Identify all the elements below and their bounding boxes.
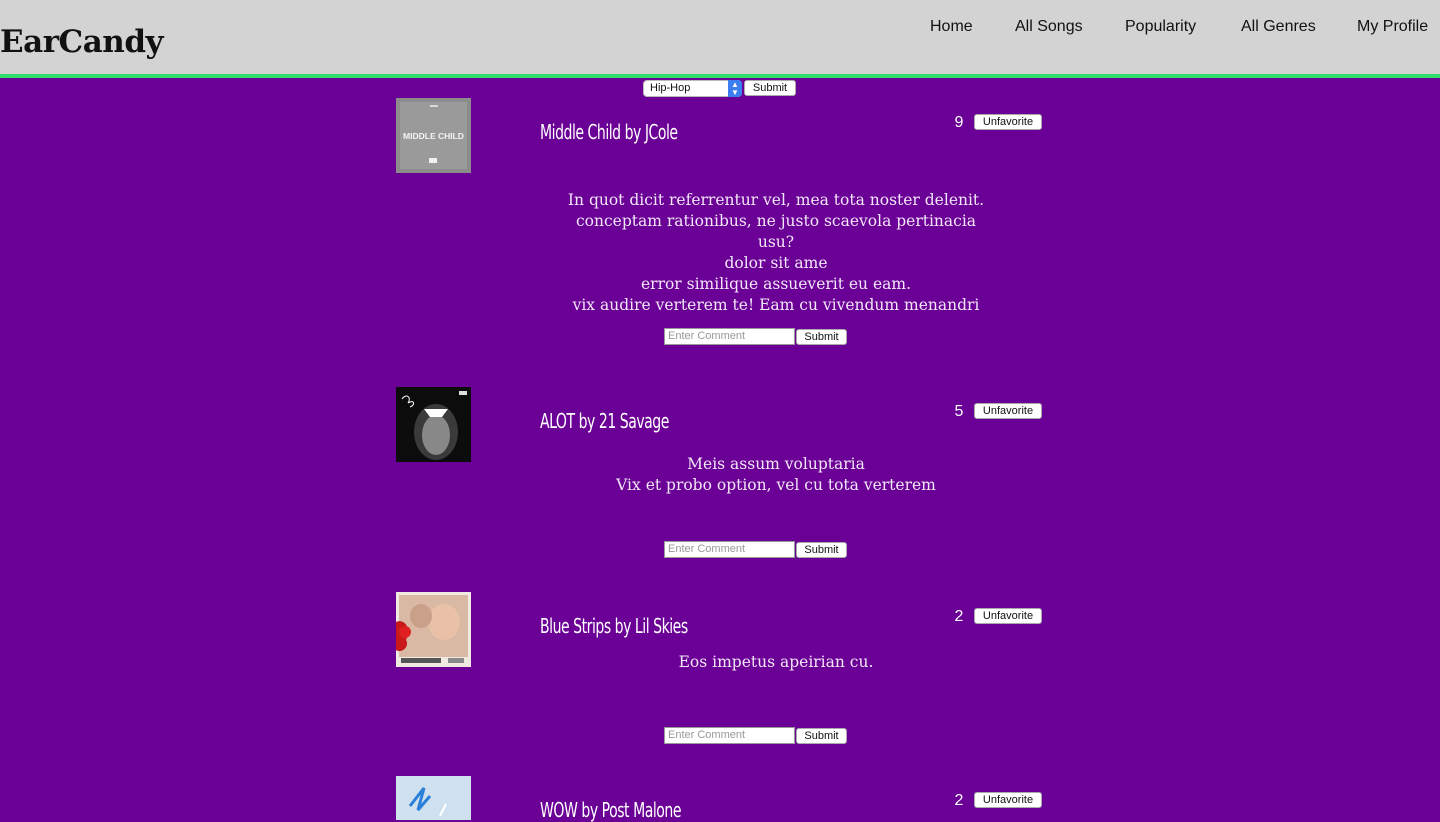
wow-cover-art: [396, 776, 471, 820]
i-am-i-was-cover-art: [396, 387, 471, 462]
lyric-line: conceptam rationibus, ne justo scaevola …: [575, 212, 977, 230]
song-lyrics: Eos impetus apeirian cu.: [560, 652, 992, 673]
lyric-line: In quot dicit referrentur vel, mea tota …: [567, 191, 985, 209]
lyric-line: vix audire verterem te! Eam cu vivendum …: [572, 296, 980, 314]
favorite-count: 2: [954, 792, 964, 809]
app-logo[interactable]: EarCandy: [0, 24, 164, 60]
album-cover[interactable]: [396, 592, 471, 667]
album-cover[interactable]: MIDDLE CHILD: [396, 98, 471, 173]
genre-select-value: Hip-Hop: [650, 82, 691, 94]
nav-my-profile[interactable]: My Profile: [1357, 18, 1428, 36]
favorite-count: 2: [954, 608, 964, 625]
comment-input[interactable]: Enter Comment: [664, 727, 795, 744]
nav-popularity[interactable]: Popularity: [1125, 18, 1196, 36]
favorite-count: 5: [954, 403, 964, 420]
blue-strips-cover-art: [396, 592, 471, 667]
lyric-line: usu?: [757, 233, 795, 251]
song-title: Blue Strips by Lil Skies: [540, 614, 688, 638]
unfavorite-button[interactable]: Unfavorite: [974, 608, 1042, 624]
lyric-line: error similique assueverit eu eam.: [640, 275, 912, 293]
song-title: Middle Child by JCole: [540, 120, 678, 144]
song-title: WOW by Post Malone: [540, 798, 681, 822]
favorite-count: 9: [954, 114, 964, 131]
top-navbar: EarCandy Home All Songs Popularity All G…: [0, 0, 1440, 78]
lyric-line: Vix et probo option, vel cu tota vertere…: [616, 476, 936, 494]
song-lyrics: In quot dicit referrentur vel, mea tota …: [560, 190, 992, 316]
comment-submit-button[interactable]: Submit: [796, 542, 847, 558]
lyric-line: Meis assum voluptaria: [687, 455, 865, 473]
select-chevron-icon: ▲ ▼: [728, 80, 742, 97]
lyric-line: Eos impetus apeirian cu.: [678, 653, 874, 671]
unfavorite-button[interactable]: Unfavorite: [974, 792, 1042, 808]
comment-submit-button[interactable]: Submit: [796, 329, 847, 345]
unfavorite-button[interactable]: Unfavorite: [974, 114, 1042, 130]
album-cover[interactable]: [396, 387, 471, 462]
song-title: ALOT by 21 Savage: [540, 409, 669, 433]
middle-child-cover-art: MIDDLE CHILD: [396, 98, 471, 173]
genre-submit-button[interactable]: Submit: [744, 80, 796, 96]
nav-all-songs[interactable]: All Songs: [1015, 18, 1083, 36]
nav-all-genres[interactable]: All Genres: [1241, 18, 1316, 36]
comment-input[interactable]: Enter Comment: [664, 328, 795, 345]
comment-submit-button[interactable]: Submit: [796, 728, 847, 744]
nav-home[interactable]: Home: [930, 18, 973, 36]
song-lyrics: Meis assum voluptaria Vix et probo optio…: [560, 454, 992, 496]
cover-text: MIDDLE CHILD: [403, 131, 464, 141]
lyric-line: dolor sit ame: [724, 254, 828, 272]
album-cover[interactable]: [396, 776, 471, 820]
unfavorite-button[interactable]: Unfavorite: [974, 403, 1042, 419]
comment-input[interactable]: Enter Comment: [664, 541, 795, 558]
genre-select[interactable]: Hip-Hop ▲ ▼: [643, 80, 742, 97]
